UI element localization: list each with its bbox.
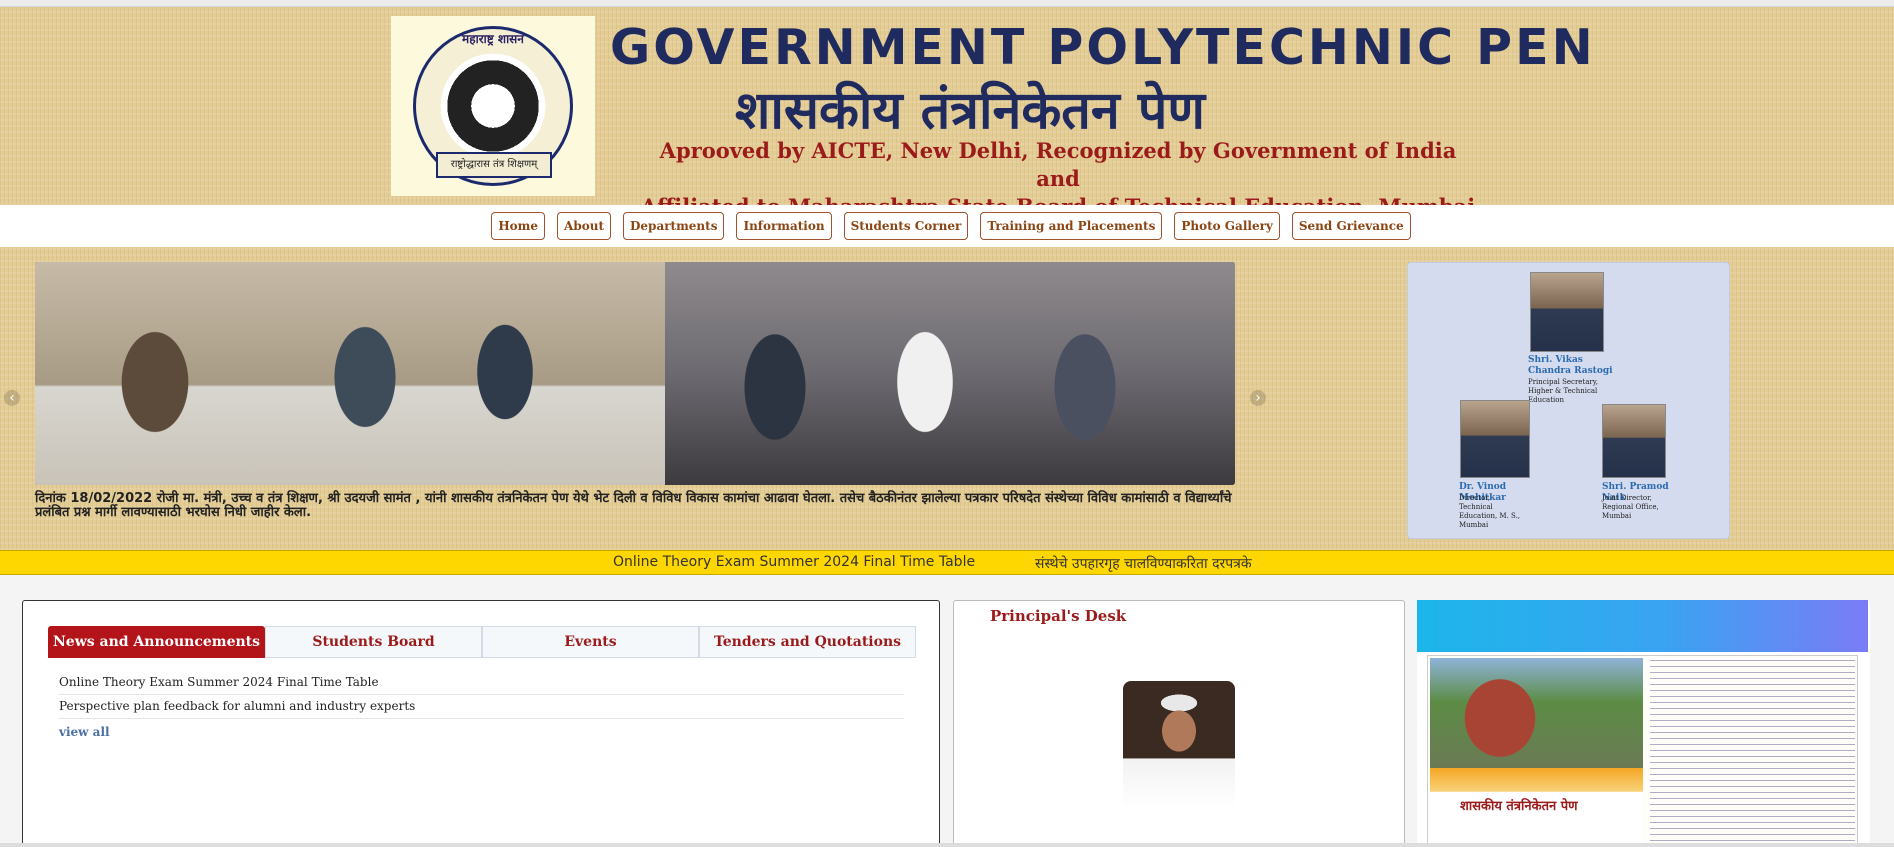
approval-line-1: Aprooved by AICTE, New Delhi, Recognized… (659, 138, 1457, 191)
view-all-link[interactable]: view all (59, 725, 110, 739)
news-panel: News and Announcements Students Board Ev… (22, 600, 940, 847)
slide-photo-right (665, 262, 1235, 485)
nav-home[interactable]: Home (491, 212, 546, 240)
logo-motto: राष्ट्रोद्धारास तंत्र शिक्षणम् (436, 152, 552, 178)
bottom-scroll-edge (0, 843, 1894, 847)
official-role-3: Joint Director, Regional Office, Mumbai (1602, 494, 1659, 520)
slide-photo-left (35, 262, 665, 485)
news-ticker: Online Theory Exam Summer 2024 Final Tim… (0, 550, 1894, 575)
ticker-item[interactable]: Online Theory Exam Summer 2024 Final Tim… (613, 554, 975, 570)
brochure-panel: शासकीय तंत्रनिकेतन पेण (1417, 600, 1870, 847)
list-item[interactable]: Perspective plan feedback for alumni and… (59, 695, 904, 719)
ticker-item[interactable]: संस्थेचे उपहारगृह चालविण्याकरिता दरपत्रक… (1035, 554, 1252, 573)
nav-send-grievance[interactable]: Send Grievance (1291, 212, 1411, 240)
nav-photo-gallery[interactable]: Photo Gallery (1174, 212, 1280, 240)
tab-events[interactable]: Events (482, 626, 699, 658)
principal-photo (1123, 681, 1235, 809)
nav-information[interactable]: Information (736, 212, 832, 240)
brochure-title: शासकीय तंत्रनिकेतन पेण (1460, 799, 1578, 814)
official-photo-1 (1530, 272, 1604, 352)
main-navigation: Home About Departments Information Stude… (0, 205, 1894, 247)
brochure-image[interactable]: शासकीय तंत्रनिकेतन पेण (1427, 655, 1858, 847)
principal-desk-panel: Principal's Desk (953, 600, 1405, 847)
list-item[interactable]: Online Theory Exam Summer 2024 Final Tim… (59, 671, 904, 695)
logo-text-top: महाराष्ट्र शासन (462, 32, 524, 46)
tab-tenders-quotations[interactable]: Tenders and Quotations (699, 626, 916, 658)
site-header: महाराष्ट्र शासन राष्ट्रोद्धारास तंत्र शि… (0, 7, 1894, 219)
top-strip (0, 0, 1894, 7)
hero-band: ‹ › दिनांक 18/02/2022 रोजी मा. मंत्री, उ… (0, 247, 1894, 550)
nav-departments[interactable]: Departments (623, 212, 725, 240)
brochure-banner: शासकीय तंत्रनिकेतन पेण (1430, 768, 1643, 846)
official-role-1: Principal Secretary, Higher & Technical … (1528, 378, 1599, 404)
official-photo-2 (1460, 400, 1530, 478)
institute-logo[interactable]: महाराष्ट्र शासन राष्ट्रोद्धारास तंत्र शि… (391, 16, 595, 196)
site-title-marathi: शासकीय तंत्रनिकेतन पेण (735, 81, 1205, 141)
news-tabs: News and Announcements Students Board Ev… (48, 626, 916, 658)
brochure-header-bar (1417, 600, 1868, 652)
official-role-2: Director, Technical Education, M. S., Mu… (1459, 494, 1521, 529)
site-title-english: GOVERNMENT POLYTECHNIC PEN (610, 19, 1596, 76)
nav-training-placements[interactable]: Training and Placements (980, 212, 1163, 240)
official-name-1: Shri. Vikas Chandra Rastogi (1528, 355, 1613, 376)
nav-about[interactable]: About (557, 212, 612, 240)
image-slider[interactable] (35, 262, 1235, 485)
principal-desk-title: Principal's Desk (990, 607, 1127, 625)
official-photo-3 (1602, 404, 1666, 478)
brochure-building-photo (1430, 658, 1643, 768)
slide-caption: दिनांक 18/02/2022 रोजी मा. मंत्री, उच्च … (35, 491, 1232, 520)
tab-news-announcements[interactable]: News and Announcements (48, 626, 265, 658)
nav-students-corner[interactable]: Students Corner (843, 212, 969, 240)
officials-panel: Shri. Vikas Chandra Rastogi Principal Se… (1407, 262, 1730, 539)
news-list: Online Theory Exam Summer 2024 Final Tim… (59, 671, 904, 719)
tab-students-board[interactable]: Students Board (265, 626, 482, 658)
brochure-text-block (1650, 660, 1855, 844)
slider-next-icon[interactable]: › (1250, 390, 1266, 406)
slider-prev-icon[interactable]: ‹ (4, 390, 20, 406)
